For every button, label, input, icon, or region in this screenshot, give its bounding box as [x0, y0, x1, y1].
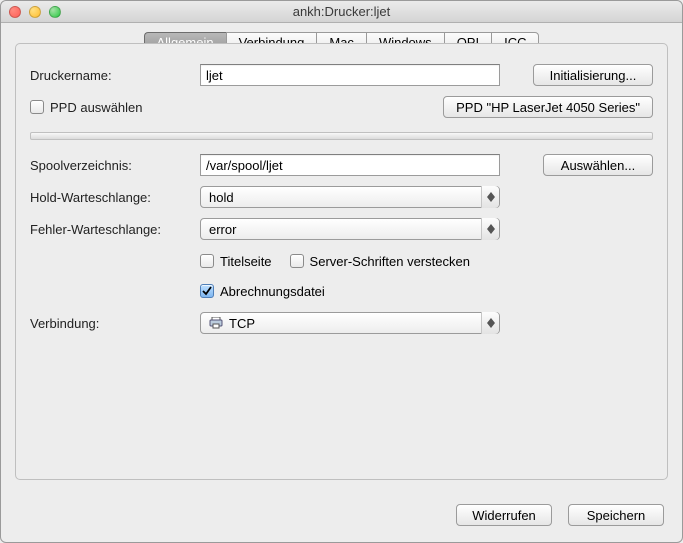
minimize-icon[interactable]	[29, 6, 41, 18]
hold-queue-value: hold	[209, 190, 234, 205]
error-queue-select[interactable]: error	[200, 218, 500, 240]
content-panel: Druckername: Initialisierung... PPD ausw…	[15, 43, 668, 480]
accounting-file-checkbox[interactable]	[200, 284, 214, 298]
label-connection: Verbindung:	[30, 316, 200, 331]
ppd-select-checkbox[interactable]	[30, 100, 44, 114]
updown-icon	[481, 312, 499, 334]
ppd-info-button[interactable]: PPD "HP LaserJet 4050 Series"	[443, 96, 653, 118]
label-spool-dir: Spoolverzeichnis:	[30, 158, 200, 173]
hold-queue-select[interactable]: hold	[200, 186, 500, 208]
accounting-file-label: Abrechnungsdatei	[220, 284, 325, 299]
spool-dir-field[interactable]	[200, 154, 500, 176]
error-queue-value: error	[209, 222, 236, 237]
zoom-icon[interactable]	[49, 6, 61, 18]
choose-button[interactable]: Auswählen...	[543, 154, 653, 176]
label-hold-queue: Hold-Warteschlange:	[30, 190, 200, 205]
footer-buttons: Widerrufen Speichern	[456, 504, 664, 526]
ppd-select-label: PPD auswählen	[50, 100, 143, 115]
titlepage-label: Titelseite	[220, 254, 272, 269]
hide-server-fonts-checkbox[interactable]	[290, 254, 304, 268]
hide-server-fonts-label: Server-Schriften verstecken	[310, 254, 470, 269]
printer-name-field[interactable]	[200, 64, 500, 86]
revert-button[interactable]: Widerrufen	[456, 504, 552, 526]
save-button[interactable]: Speichern	[568, 504, 664, 526]
traffic-lights	[9, 6, 61, 18]
printer-icon	[209, 317, 223, 329]
updown-icon	[481, 186, 499, 208]
titlebar: ankh:Drucker:ljet	[1, 1, 682, 23]
connection-value: TCP	[229, 316, 255, 331]
titlepage-checkbox[interactable]	[200, 254, 214, 268]
close-icon[interactable]	[9, 6, 21, 18]
window-title: ankh:Drucker:ljet	[1, 4, 682, 19]
label-error-queue: Fehler-Warteschlange:	[30, 222, 200, 237]
label-printer-name: Druckername:	[30, 68, 200, 83]
window: ankh:Drucker:ljet Allgemein Verbindung M…	[0, 0, 683, 543]
initialize-button[interactable]: Initialisierung...	[533, 64, 653, 86]
separator	[30, 132, 653, 140]
updown-icon	[481, 218, 499, 240]
connection-select[interactable]: TCP	[200, 312, 500, 334]
